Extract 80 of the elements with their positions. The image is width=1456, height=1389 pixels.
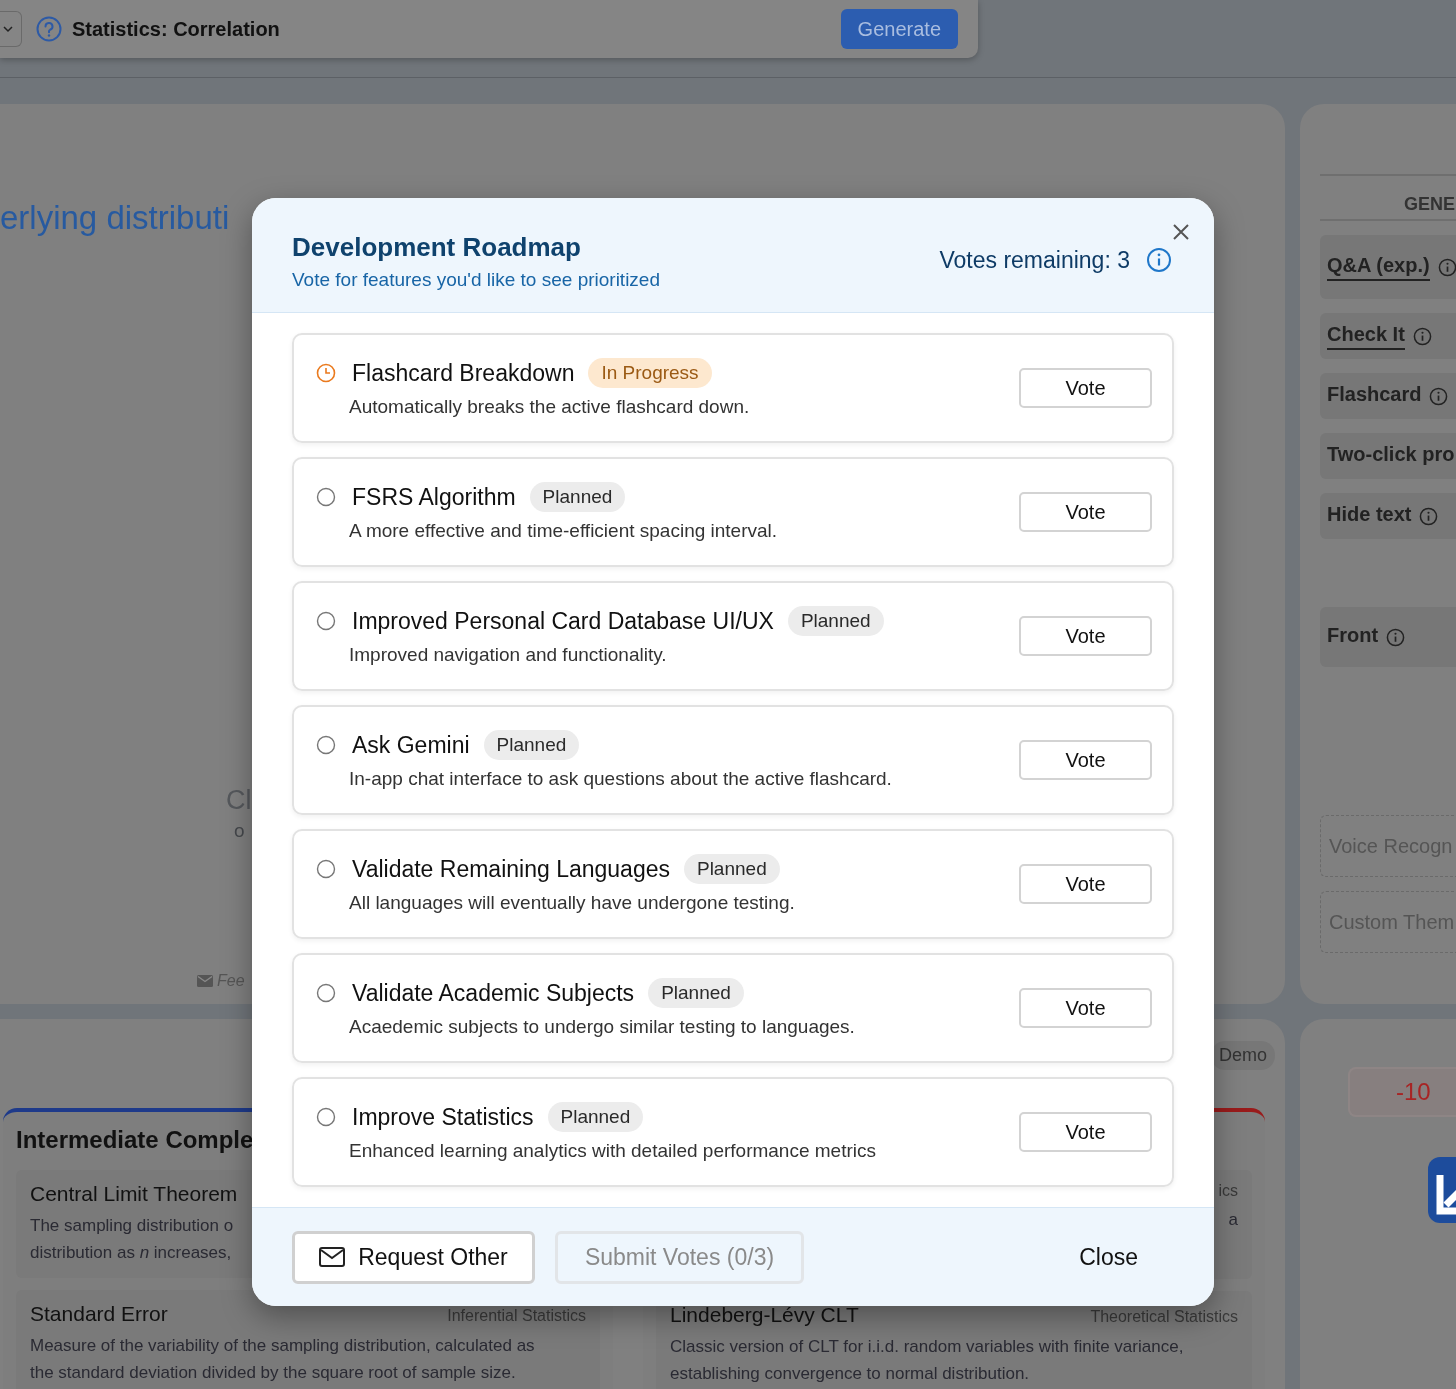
option-label: Two-click pro xyxy=(1327,442,1455,467)
option-label: Hide text xyxy=(1327,502,1412,527)
circle-icon xyxy=(316,735,336,755)
mail-icon xyxy=(319,1247,346,1267)
request-other-button[interactable]: Request Other xyxy=(292,1230,535,1284)
circle-icon xyxy=(316,1107,336,1127)
dialog-subtitle: Vote for features you'd like to see prioritized xyxy=(292,268,660,291)
option-item[interactable]: Q&A (exp.) xyxy=(1320,235,1456,299)
status-badge: Planned xyxy=(529,482,626,512)
option-item[interactable]: Two-click pro xyxy=(1320,433,1456,479)
category-label: Theoretical Statistics xyxy=(1090,1308,1238,1326)
feature-description: A more effective and time-efficient spacing interval. xyxy=(349,520,779,542)
feature-description: Automatically breaks the active flashcard down. xyxy=(349,396,751,418)
concept-title: Standard Error xyxy=(30,1302,168,1326)
info-icon[interactable] xyxy=(1386,627,1406,647)
close-icon[interactable] xyxy=(1172,223,1190,241)
status-badge: Planned xyxy=(648,978,744,1008)
status-badge: Planned xyxy=(547,1102,644,1132)
dialog-title: Development Roadmap xyxy=(292,231,582,263)
option-item[interactable]: Check It xyxy=(1320,313,1456,359)
heading: erlying distributi xyxy=(0,199,230,237)
vote-button[interactable]: Vote xyxy=(1019,492,1152,532)
chevron-icon xyxy=(2,25,13,33)
circle-icon xyxy=(316,983,336,1003)
page-title: Statistics: Correlation xyxy=(72,17,280,41)
status-badge: Planned xyxy=(787,606,884,636)
score-value: -10 xyxy=(1348,1067,1456,1117)
feature-description: Improved navigation and functionality. xyxy=(349,644,668,666)
status-badge: Planned xyxy=(683,854,780,884)
status-badge: In Progress xyxy=(588,358,712,388)
status-badge: Planned xyxy=(483,730,580,760)
card-title: Intermediate Comple xyxy=(16,1126,254,1154)
vote-button[interactable]: Vote xyxy=(1019,616,1152,656)
option-label: Flashcard xyxy=(1327,382,1422,407)
feature-title: Flashcard Breakdown xyxy=(352,359,575,387)
vote-button[interactable]: Vote xyxy=(1019,368,1152,408)
vote-button[interactable]: Vote xyxy=(1019,864,1152,904)
info-icon[interactable] xyxy=(1429,386,1449,406)
feature-description: Acaedemic subjects to undergo similar testing to languages. xyxy=(349,1016,856,1038)
dropdown[interactable] xyxy=(0,11,22,47)
feature-title: Validate Remaining Languages xyxy=(352,855,670,883)
vote-button[interactable]: Vote xyxy=(1019,740,1152,780)
mail-icon xyxy=(197,975,213,987)
info-icon[interactable] xyxy=(1146,247,1172,273)
empty-text: o xyxy=(234,820,245,842)
circle-icon xyxy=(316,611,336,631)
circle-icon xyxy=(316,859,336,879)
option-label: Q&A (exp.) xyxy=(1327,253,1430,281)
info-icon[interactable] xyxy=(1419,506,1439,526)
concept-description: a xyxy=(1228,1209,1238,1231)
concept-title: Central Limit Theorem xyxy=(30,1182,238,1206)
feature-title: Improve Statistics xyxy=(352,1103,534,1131)
vote-button[interactable]: Vote xyxy=(1019,1112,1152,1152)
feature-title: Ask Gemini xyxy=(352,731,470,759)
feature-title: FSRS Algorithm xyxy=(352,483,516,511)
feature-description: All languages will eventually have undergone testing. xyxy=(349,892,796,914)
concept-description: The sampling distribution o distribution as n increases, xyxy=(30,1215,234,1264)
votes-remaining: Votes remaining: 3 xyxy=(939,246,1130,274)
close-button[interactable]: Close xyxy=(1079,1243,1138,1271)
option-label: Check It xyxy=(1327,322,1405,350)
section-header: GENE xyxy=(1320,174,1456,221)
concept-description: Measure of the variability of the sampling distribution, calculated as the standard deviation divided by the square root of sample size. xyxy=(30,1335,535,1384)
demo-badge: Demo xyxy=(1211,1041,1275,1070)
circle-icon xyxy=(316,487,336,507)
option-item[interactable]: Flashcard xyxy=(1320,373,1456,419)
feature-title: Validate Academic Subjects xyxy=(352,979,635,1007)
feature-title: Improved Personal Card Database UI/UX xyxy=(352,607,774,635)
concept-title: Lindeberg-Lévy CLT xyxy=(670,1303,859,1327)
generate-button[interactable]: Generate xyxy=(840,9,958,49)
option-label: Front xyxy=(1327,623,1379,648)
option-item[interactable]: Front xyxy=(1320,607,1456,667)
feature-description: Enhanced learning analytics with detailed performance metrics xyxy=(349,1140,877,1162)
concept-description: Classic version of CLT for i.i.d. random variables with finite variance, establishing convergence to normal distribution. xyxy=(670,1336,1184,1385)
option-item[interactable]: Hide text xyxy=(1320,493,1456,539)
info-icon[interactable] xyxy=(1412,326,1432,346)
feature-description: In-app chat interface to ask questions about the active flashcard. xyxy=(349,768,893,790)
vote-button[interactable]: Vote xyxy=(1019,988,1152,1028)
clock-icon xyxy=(316,363,336,383)
info-icon[interactable] xyxy=(1437,257,1456,277)
category-label: ics xyxy=(1218,1182,1238,1200)
